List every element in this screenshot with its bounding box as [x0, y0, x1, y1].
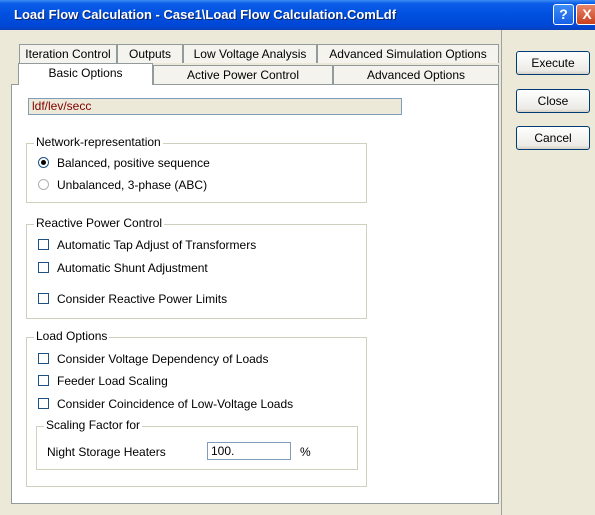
tab-label: Active Power Control [186, 68, 300, 82]
close-button[interactable]: Close [516, 89, 590, 113]
checkbox-label: Feeder Load Scaling [57, 374, 168, 388]
tab-advanced-options[interactable]: Advanced Options [333, 65, 499, 84]
checkbox-icon [38, 353, 49, 364]
tab-label: Advanced Simulation Options [329, 47, 487, 61]
help-icon: ? [559, 6, 568, 22]
checkbox-label: Automatic Shunt Adjustment [57, 261, 208, 275]
scaling-factor-legend: Scaling Factor for [44, 418, 143, 432]
tab-label: Advanced Options [366, 68, 466, 82]
reactive-power-control-legend: Reactive Power Control [34, 216, 165, 230]
percent-unit-label: % [300, 445, 311, 459]
checkbox-label: Consider Reactive Power Limits [57, 292, 228, 306]
checkbox-label: Consider Voltage Dependency of Loads [57, 352, 269, 366]
load-options-legend: Load Options [34, 329, 110, 343]
checkbox-icon [38, 293, 49, 304]
close-icon: X [582, 6, 592, 22]
dialog-window: Load Flow Calculation - Case1\Load Flow … [0, 0, 595, 515]
checkbox-icon [38, 239, 49, 250]
network-representation-legend: Network-representation [34, 135, 163, 149]
checkbox-label: Consider Coincidence of Low-Voltage Load… [57, 397, 294, 411]
help-button[interactable]: ? [553, 4, 574, 25]
checkbox-icon [38, 398, 49, 409]
network-representation-group [26, 143, 367, 203]
night-storage-heaters-label: Night Storage Heaters [47, 445, 166, 459]
radio-selected-icon [38, 157, 49, 168]
radio-label: Unbalanced, 3-phase (ABC) [57, 178, 208, 192]
night-storage-heaters-input[interactable]: 100. [207, 442, 291, 460]
button-column-divider [501, 30, 502, 515]
tab-label: Basic Options [48, 66, 123, 80]
window-title: Load Flow Calculation - Case1\Load Flow … [14, 7, 397, 22]
tab-active-power-control[interactable]: Active Power Control [153, 65, 333, 84]
window-close-button[interactable]: X [576, 4, 595, 25]
title-bar[interactable]: Load Flow Calculation - Case1\Load Flow … [0, 0, 595, 30]
cancel-button[interactable]: Cancel [516, 126, 590, 150]
radio-unselected-icon [38, 179, 49, 190]
radio-label: Balanced, positive sequence [57, 156, 210, 170]
object-path-field: ldf/lev/secc [28, 98, 402, 115]
tab-advanced-simulation-options[interactable]: Advanced Simulation Options [317, 44, 499, 63]
tab-outputs[interactable]: Outputs [117, 44, 183, 63]
checkbox-label: Automatic Tap Adjust of Transformers [57, 238, 257, 252]
tab-low-voltage-analysis[interactable]: Low Voltage Analysis [183, 44, 317, 63]
execute-button[interactable]: Execute [516, 51, 590, 75]
tab-label: Iteration Control [25, 47, 111, 61]
checkbox-icon [38, 375, 49, 386]
tab-basic-options[interactable]: Basic Options [18, 63, 153, 85]
checkbox-icon [38, 262, 49, 273]
tab-iteration-control[interactable]: Iteration Control [19, 44, 117, 63]
tab-label: Low Voltage Analysis [193, 47, 307, 61]
tab-label: Outputs [128, 47, 172, 61]
